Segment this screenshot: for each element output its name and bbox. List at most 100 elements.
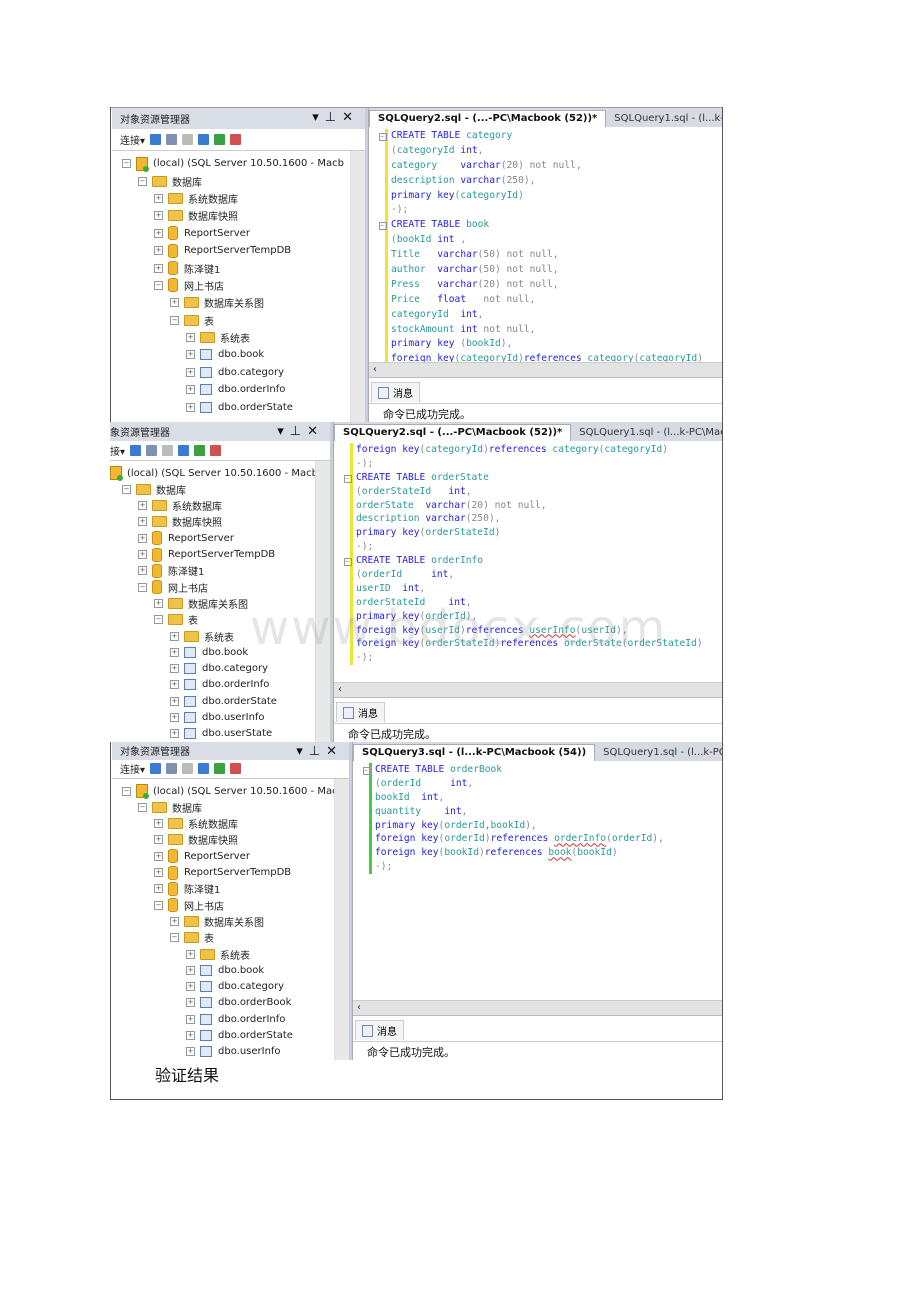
tree-node[interactable]: − 网上书店 bbox=[112, 897, 349, 913]
tree-node[interactable]: + 数据库关系图 bbox=[110, 595, 330, 611]
tree-node[interactable]: + dbo.userState bbox=[110, 726, 330, 742]
tree-node[interactable]: + dbo.orderBook bbox=[112, 995, 349, 1011]
tree-node[interactable]: − 表 bbox=[112, 312, 365, 329]
close-icon[interactable]: ✕ bbox=[307, 424, 324, 439]
tree-node[interactable]: + dbo.category bbox=[112, 364, 365, 381]
tree-node[interactable]: + 陈泽键1 bbox=[110, 563, 330, 579]
expand-icon[interactable]: + bbox=[154, 228, 163, 238]
expand-icon[interactable]: + bbox=[186, 965, 195, 975]
expand-icon[interactable]: + bbox=[186, 367, 195, 377]
pin-icon[interactable]: ⊥ bbox=[325, 110, 342, 125]
filter-icon[interactable] bbox=[198, 134, 210, 145]
tree-node[interactable]: + dbo.userInfo bbox=[110, 709, 330, 725]
expand-icon[interactable]: + bbox=[154, 246, 163, 256]
tree-node[interactable]: − 网上书店 bbox=[112, 277, 365, 294]
fold-icon[interactable]: − bbox=[363, 767, 371, 775]
sql-code-area[interactable]: foreign key(categoryId)references catego… bbox=[334, 441, 722, 682]
tree-node[interactable]: − 数据库 bbox=[110, 481, 330, 497]
messages-tab[interactable]: 消息 bbox=[355, 1020, 404, 1040]
messages-tab[interactable]: 消息 bbox=[371, 382, 420, 402]
tree-node[interactable]: + 陈泽键1 bbox=[112, 259, 365, 276]
expand-icon[interactable]: + bbox=[186, 1014, 195, 1024]
filter-icon[interactable] bbox=[178, 444, 190, 456]
tree-node[interactable]: + ReportServer bbox=[110, 530, 330, 546]
expand-icon[interactable]: + bbox=[154, 193, 163, 203]
collapse-icon[interactable]: − bbox=[170, 315, 179, 325]
filter-icon[interactable] bbox=[198, 763, 210, 775]
tree-node[interactable]: + 数据库快照 bbox=[110, 514, 330, 530]
expand-icon[interactable]: + bbox=[138, 517, 147, 527]
tree-node[interactable]: − (local) (SQL Server 10.50.1600 - Macb bbox=[112, 783, 349, 800]
tree-node[interactable]: + dbo.category bbox=[112, 979, 349, 995]
expand-icon[interactable]: + bbox=[138, 501, 147, 511]
dropdown-icon[interactable]: ▾ bbox=[277, 424, 290, 439]
tree-node[interactable]: + dbo.book bbox=[112, 962, 349, 978]
expand-icon[interactable]: + bbox=[154, 851, 163, 861]
expand-icon[interactable]: + bbox=[186, 982, 195, 992]
expand-icon[interactable]: + bbox=[154, 263, 163, 273]
collapse-icon[interactable]: − bbox=[154, 280, 163, 290]
expand-icon[interactable]: + bbox=[170, 729, 179, 739]
close-icon[interactable]: ✕ bbox=[342, 110, 359, 125]
expand-icon[interactable]: + bbox=[186, 998, 195, 1008]
expand-icon[interactable]: + bbox=[154, 868, 163, 878]
tree-node[interactable]: + dbo.userInfo bbox=[112, 1044, 349, 1060]
tab-query[interactable]: SQLQuery1.sql - (l...k-PC\Macb bbox=[595, 745, 722, 761]
tree-node[interactable]: + ReportServerTempDB bbox=[112, 864, 349, 880]
expand-icon[interactable]: + bbox=[170, 647, 179, 657]
disconnect-icon[interactable] bbox=[166, 134, 178, 145]
tree-node[interactable]: + dbo.orderInfo bbox=[112, 381, 365, 398]
tree-node[interactable]: + 系统表 bbox=[112, 946, 349, 962]
refresh-icon[interactable] bbox=[214, 134, 226, 145]
tree-node[interactable]: + dbo.orderState bbox=[112, 398, 365, 415]
tab-active-query[interactable]: SQLQuery2.sql - (...-PC\Macbook (52))* bbox=[369, 110, 607, 127]
tree-node[interactable]: − 数据库 bbox=[112, 172, 365, 189]
pin-icon[interactable]: ⊥ bbox=[290, 424, 307, 439]
tab-query[interactable]: SQLQuery1.sql - (l...k-PC\Macbook bbox=[571, 425, 722, 441]
connect-button[interactable]: 连接▾ bbox=[120, 761, 145, 776]
disconnect-icon[interactable] bbox=[146, 444, 158, 456]
expand-icon[interactable]: + bbox=[138, 550, 147, 560]
collapse-icon[interactable]: − bbox=[154, 615, 163, 625]
expand-icon[interactable]: + bbox=[154, 598, 163, 608]
pin-icon[interactable]: ⊥ bbox=[309, 744, 326, 759]
disconnect-icon[interactable] bbox=[166, 763, 178, 775]
connect-icon[interactable] bbox=[150, 134, 162, 145]
tree-node[interactable]: + 系统数据库 bbox=[110, 498, 330, 514]
tree-node[interactable]: − 表 bbox=[112, 930, 349, 946]
messages-tab[interactable]: 消息 bbox=[336, 702, 385, 722]
dropdown-icon[interactable]: ▾ bbox=[312, 110, 325, 125]
expand-icon[interactable]: + bbox=[186, 949, 195, 959]
tree-scrollbar[interactable] bbox=[350, 151, 365, 422]
tree-node[interactable]: + ReportServer bbox=[112, 225, 365, 242]
expand-icon[interactable]: + bbox=[154, 819, 163, 829]
close-icon[interactable]: ✕ bbox=[326, 744, 343, 759]
tree-node[interactable]: + ReportServerTempDB bbox=[112, 242, 365, 259]
expand-icon[interactable]: + bbox=[170, 713, 179, 723]
tree-node[interactable]: + 数据库关系图 bbox=[112, 913, 349, 929]
tree-node[interactable]: + dbo.orderState bbox=[110, 693, 330, 709]
connect-icon[interactable] bbox=[130, 444, 142, 456]
horizontal-scrollbar[interactable]: ‹ bbox=[334, 682, 722, 697]
collapse-icon[interactable]: − bbox=[138, 582, 147, 592]
sql-code-area[interactable]: − CREATE TABLE category (categoryId int, ca… bbox=[369, 127, 722, 362]
expand-icon[interactable]: + bbox=[138, 566, 147, 576]
activity-icon[interactable] bbox=[210, 444, 222, 456]
tree-node[interactable]: + 数据库关系图 bbox=[112, 294, 365, 311]
tree-node[interactable]: − 网上书店 bbox=[110, 579, 330, 595]
expand-icon[interactable]: + bbox=[186, 385, 195, 395]
expand-icon[interactable]: + bbox=[154, 835, 163, 845]
refresh-icon[interactable] bbox=[194, 444, 206, 456]
expand-icon[interactable]: + bbox=[186, 402, 195, 412]
collapse-icon[interactable]: − bbox=[122, 786, 131, 796]
collapse-icon[interactable]: − bbox=[138, 176, 147, 186]
expand-icon[interactable]: + bbox=[154, 884, 163, 894]
expand-icon[interactable]: + bbox=[170, 680, 179, 690]
connect-button[interactable]: 连接▾ bbox=[120, 132, 145, 147]
activity-icon[interactable] bbox=[230, 763, 242, 775]
tree-node[interactable]: + 系统数据库 bbox=[112, 816, 349, 832]
collapse-icon[interactable]: − bbox=[154, 900, 163, 910]
tree-scrollbar[interactable] bbox=[334, 778, 349, 1060]
tree-node[interactable]: + ReportServer bbox=[112, 848, 349, 864]
tree-node[interactable]: + 系统数据库 bbox=[112, 190, 365, 207]
